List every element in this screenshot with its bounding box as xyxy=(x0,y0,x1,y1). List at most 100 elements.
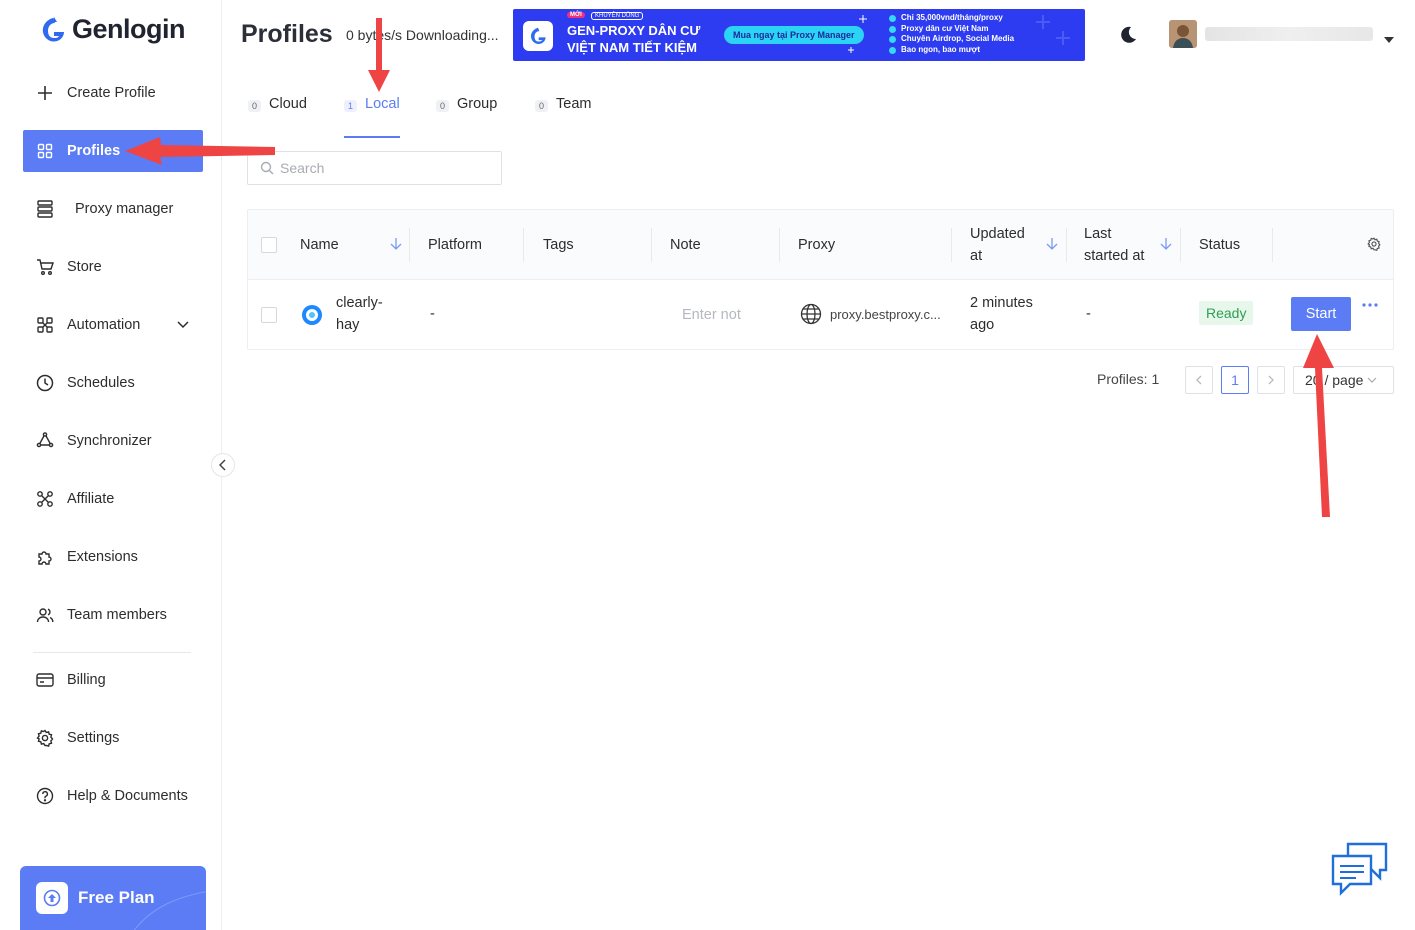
free-plan-button[interactable]: Free Plan xyxy=(20,866,206,930)
column-separator xyxy=(651,228,652,262)
sidebar-item-team-members[interactable]: Team members xyxy=(23,594,203,636)
more-options-icon[interactable] xyxy=(1361,302,1379,308)
banner-bullet: Bao ngon, bao mượt xyxy=(889,45,1014,56)
moon-icon xyxy=(1121,26,1136,43)
app-logo[interactable]: Genlogin xyxy=(40,14,186,45)
user-menu-caret-icon[interactable] xyxy=(1384,30,1394,48)
profiles-table: Name Platform Tags Note Proxy Updated at… xyxy=(247,209,1394,350)
column-header-proxy[interactable]: Proxy xyxy=(798,210,835,280)
chat-support-button[interactable] xyxy=(1330,842,1390,907)
column-header-updated-at[interactable]: Updated at xyxy=(970,210,1025,280)
start-profile-button[interactable]: Start xyxy=(1291,297,1351,331)
column-header-name[interactable]: Name xyxy=(300,210,339,280)
column-separator xyxy=(1066,228,1067,262)
column-header-note[interactable]: Note xyxy=(670,210,701,280)
chevron-left-icon xyxy=(1196,375,1202,385)
plan-decoration xyxy=(133,891,206,930)
sidebar-item-label: Synchronizer xyxy=(67,433,152,449)
profile-name-line: hay xyxy=(336,317,360,333)
sidebar-item-create-profile[interactable]: Create Profile xyxy=(23,72,203,114)
search-icon xyxy=(260,161,274,175)
column-header-label: Updated xyxy=(970,226,1025,242)
status-badge: Ready xyxy=(1199,301,1254,325)
avatar[interactable] xyxy=(1169,20,1197,48)
banner-bullet: Chỉ 35,000vnd/tháng/proxy xyxy=(889,13,1014,24)
page-size-select[interactable]: 20 / page xyxy=(1293,366,1394,394)
page-title: Profiles xyxy=(241,20,333,48)
column-separator xyxy=(523,228,524,262)
active-tab-indicator xyxy=(344,136,400,138)
sidebar-item-schedules[interactable]: Schedules xyxy=(23,362,203,404)
sort-arrow-icon[interactable] xyxy=(1046,237,1058,251)
updated-at-line: ago xyxy=(970,317,995,333)
banner-headline: GEN-PROXY DÂN CƯ xyxy=(567,23,701,38)
browser-orbita-icon xyxy=(302,305,322,325)
updated-at-line: 2 minutes xyxy=(970,295,1033,311)
table-header: Name Platform Tags Note Proxy Updated at… xyxy=(248,210,1393,280)
pagination-next-button[interactable] xyxy=(1257,366,1285,394)
column-header-label: at xyxy=(970,248,983,264)
column-header-last-started-at[interactable]: Last started at xyxy=(1084,210,1144,280)
sidebar-divider xyxy=(33,652,191,653)
chevron-down-icon[interactable] xyxy=(177,317,189,333)
plus-icon xyxy=(35,83,55,103)
search-input[interactable] xyxy=(280,160,480,176)
sidebar: Genlogin Create Profile Profiles Proxy m… xyxy=(0,0,222,930)
sidebar-item-synchronizer[interactable]: Synchronizer xyxy=(23,420,203,462)
sort-arrow-icon[interactable] xyxy=(390,237,402,251)
app-window: Genlogin Create Profile Profiles Proxy m… xyxy=(0,0,1415,930)
tab-cloud[interactable]: 0 Cloud xyxy=(248,96,307,136)
gear-icon xyxy=(35,728,55,748)
column-header-label: started at xyxy=(1084,248,1145,264)
dark-mode-toggle[interactable] xyxy=(1118,25,1138,50)
sort-arrow-icon[interactable] xyxy=(1160,237,1172,251)
search-box[interactable] xyxy=(247,151,502,185)
column-header-status[interactable]: Status xyxy=(1199,210,1240,280)
column-separator xyxy=(779,228,780,262)
sidebar-item-label: Create Profile xyxy=(67,85,156,101)
profile-platform: - xyxy=(430,306,435,322)
sidebar-item-automation[interactable]: Automation xyxy=(23,304,203,346)
sidebar-item-billing[interactable]: Billing xyxy=(23,659,203,701)
sidebar-item-help[interactable]: Help & Documents xyxy=(23,775,203,817)
tab-team[interactable]: 0 Team xyxy=(535,96,591,136)
column-header-label: Last xyxy=(1084,226,1112,242)
tab-count: 0 xyxy=(248,100,262,112)
row-checkbox[interactable] xyxy=(261,307,277,323)
sidebar-item-label: Proxy manager xyxy=(75,201,174,217)
sidebar-item-store[interactable]: Store xyxy=(23,246,203,288)
automation-icon xyxy=(35,315,55,335)
sidebar-item-settings[interactable]: Settings xyxy=(23,717,203,759)
sidebar-item-profiles[interactable]: Profiles xyxy=(23,130,203,172)
server-icon xyxy=(35,199,55,219)
profile-updated-at: 2 minutes ago xyxy=(970,292,1033,336)
select-all-checkbox[interactable] xyxy=(261,237,277,253)
chevron-right-icon xyxy=(1268,375,1274,385)
tab-label: Cloud xyxy=(269,96,307,112)
promo-banner[interactable]: MỚI KHUYÊN DÙNG GEN-PROXY DÂN CƯ VIỆT NA… xyxy=(513,9,1085,61)
note-input[interactable]: Enter not xyxy=(682,304,741,326)
pagination-page-1[interactable]: 1 xyxy=(1221,366,1249,394)
sidebar-item-extensions[interactable]: Extensions xyxy=(23,536,203,578)
tab-group[interactable]: 0 Group xyxy=(436,96,497,136)
profile-name[interactable]: clearly- hay xyxy=(336,292,383,336)
sidebar-item-proxy-manager[interactable]: Proxy manager xyxy=(23,188,203,230)
sidebar-item-affiliate[interactable]: Affiliate xyxy=(23,478,203,520)
tab-local[interactable]: 1 Local xyxy=(344,96,400,136)
sidebar-collapse-button[interactable] xyxy=(211,453,235,477)
column-settings-gear-icon[interactable] xyxy=(1367,237,1381,251)
clock-icon xyxy=(35,373,55,393)
tab-count: 0 xyxy=(535,100,549,112)
banner-sparkle-icon xyxy=(848,15,867,53)
column-header-platform[interactable]: Platform xyxy=(428,210,482,280)
pagination-prev-button[interactable] xyxy=(1185,366,1213,394)
tab-count: 0 xyxy=(436,100,450,112)
cart-icon xyxy=(35,257,55,277)
sidebar-item-label: Profiles xyxy=(67,143,121,159)
username-redacted xyxy=(1205,27,1373,41)
card-icon xyxy=(35,670,55,690)
banner-plus-decoration xyxy=(1036,15,1070,45)
app-name: Genlogin xyxy=(72,14,186,44)
tab-label: Team xyxy=(556,96,592,112)
column-header-tags[interactable]: Tags xyxy=(543,210,574,280)
